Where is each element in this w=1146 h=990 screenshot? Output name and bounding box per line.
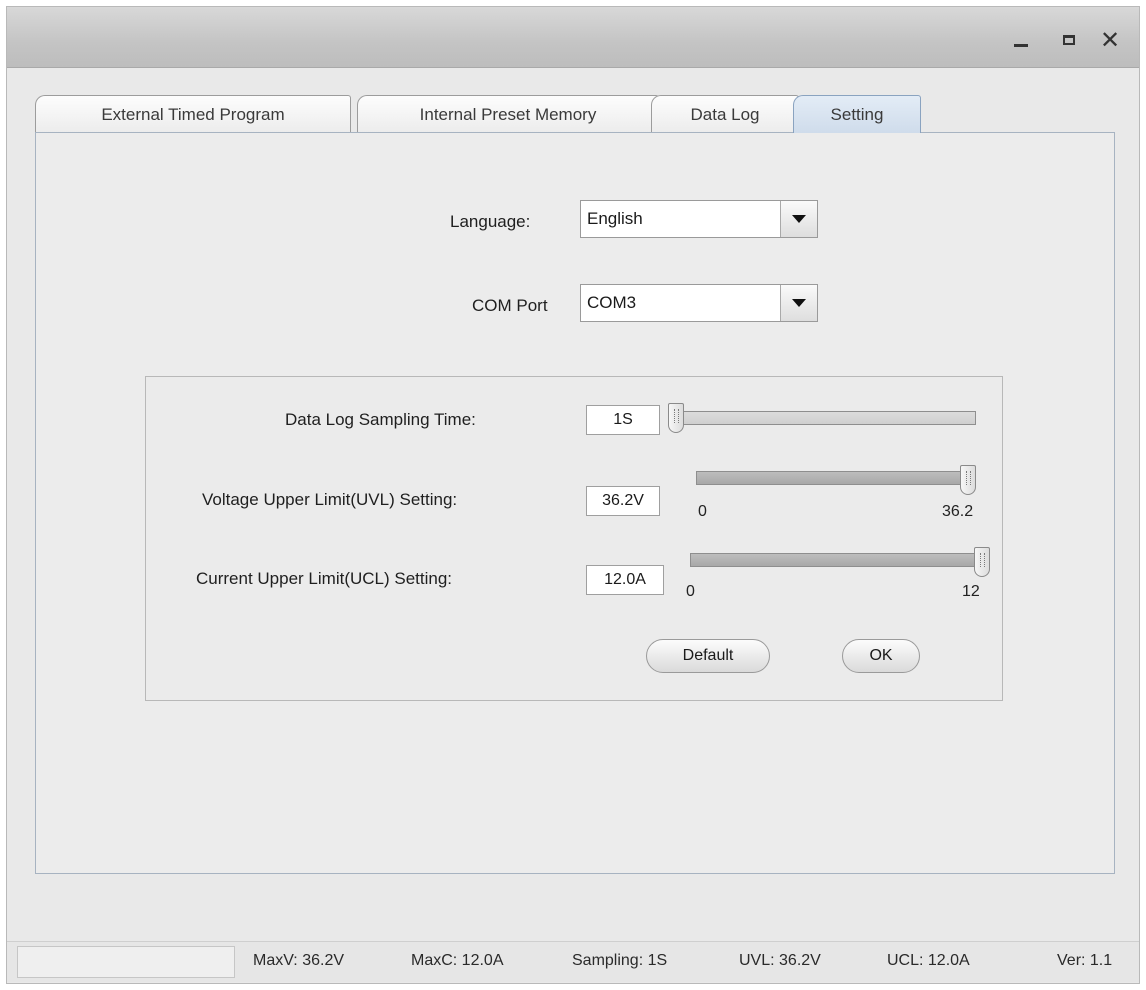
close-icon[interactable]: ✕ [1097, 27, 1123, 54]
com-port-value: COM3 [587, 293, 637, 312]
chevron-down-icon[interactable] [780, 285, 817, 321]
uvl-slider-track[interactable] [696, 471, 972, 485]
ucl-field[interactable]: 12.0A [586, 565, 664, 595]
uvl-label: Voltage Upper Limit(UVL) Setting: [202, 490, 458, 509]
tab-internal-preset-memory[interactable]: Internal Preset Memory [357, 95, 659, 133]
uvl-min-label: 0 [698, 503, 707, 520]
com-port-label: COM Port [472, 296, 548, 315]
sampling-time-slider-thumb[interactable] [668, 403, 684, 433]
tab-setting[interactable]: Setting [793, 95, 921, 133]
sampling-time-label: Data Log Sampling Time: [285, 410, 476, 429]
uvl-slider-thumb[interactable] [960, 465, 976, 495]
ucl-slider-thumb[interactable] [974, 547, 990, 577]
status-message-area [17, 946, 235, 978]
tab-data-log[interactable]: Data Log [651, 95, 799, 133]
tab-external-timed-program[interactable]: External Timed Program [35, 95, 351, 133]
maximize-icon[interactable] [1056, 27, 1082, 53]
sampling-time-slider-track[interactable] [670, 411, 976, 425]
status-version: Ver: 1.1 [1057, 952, 1113, 969]
title-bar[interactable]: ✕ [7, 7, 1139, 68]
uvl-max-label: 36.2 [942, 503, 974, 520]
status-maxc: MaxC: 12.0A [411, 952, 504, 969]
language-select[interactable]: English [580, 200, 818, 238]
status-maxv: MaxV: 36.2V [253, 952, 345, 969]
status-bar: MaxV: 36.2V MaxC: 12.0A Sampling: 1S UVL… [7, 941, 1139, 982]
status-sampling: Sampling: 1S [572, 952, 668, 969]
status-ucl: UCL: 12.0A [887, 952, 970, 969]
language-value: English [587, 209, 643, 228]
uvl-field[interactable]: 36.2V [586, 486, 660, 516]
sampling-time-field[interactable]: 1S [586, 405, 660, 435]
minimize-icon[interactable] [1008, 27, 1034, 53]
limits-group: Data Log Sampling Time: 1S Voltage Upper… [145, 376, 1003, 701]
app-window: ✕ External Timed Program Internal Preset… [6, 6, 1140, 984]
status-uvl: UVL: 36.2V [739, 952, 821, 969]
ok-button[interactable]: OK [842, 639, 920, 673]
language-label: Language: [450, 212, 531, 231]
ucl-min-label: 0 [686, 583, 695, 600]
ucl-slider-track[interactable] [690, 553, 986, 567]
chevron-down-icon[interactable] [780, 201, 817, 237]
default-button[interactable]: Default [646, 639, 770, 673]
com-port-select[interactable]: COM3 [580, 284, 818, 322]
ucl-max-label: 12 [962, 583, 980, 600]
ucl-label: Current Upper Limit(UCL) Setting: [196, 569, 453, 588]
